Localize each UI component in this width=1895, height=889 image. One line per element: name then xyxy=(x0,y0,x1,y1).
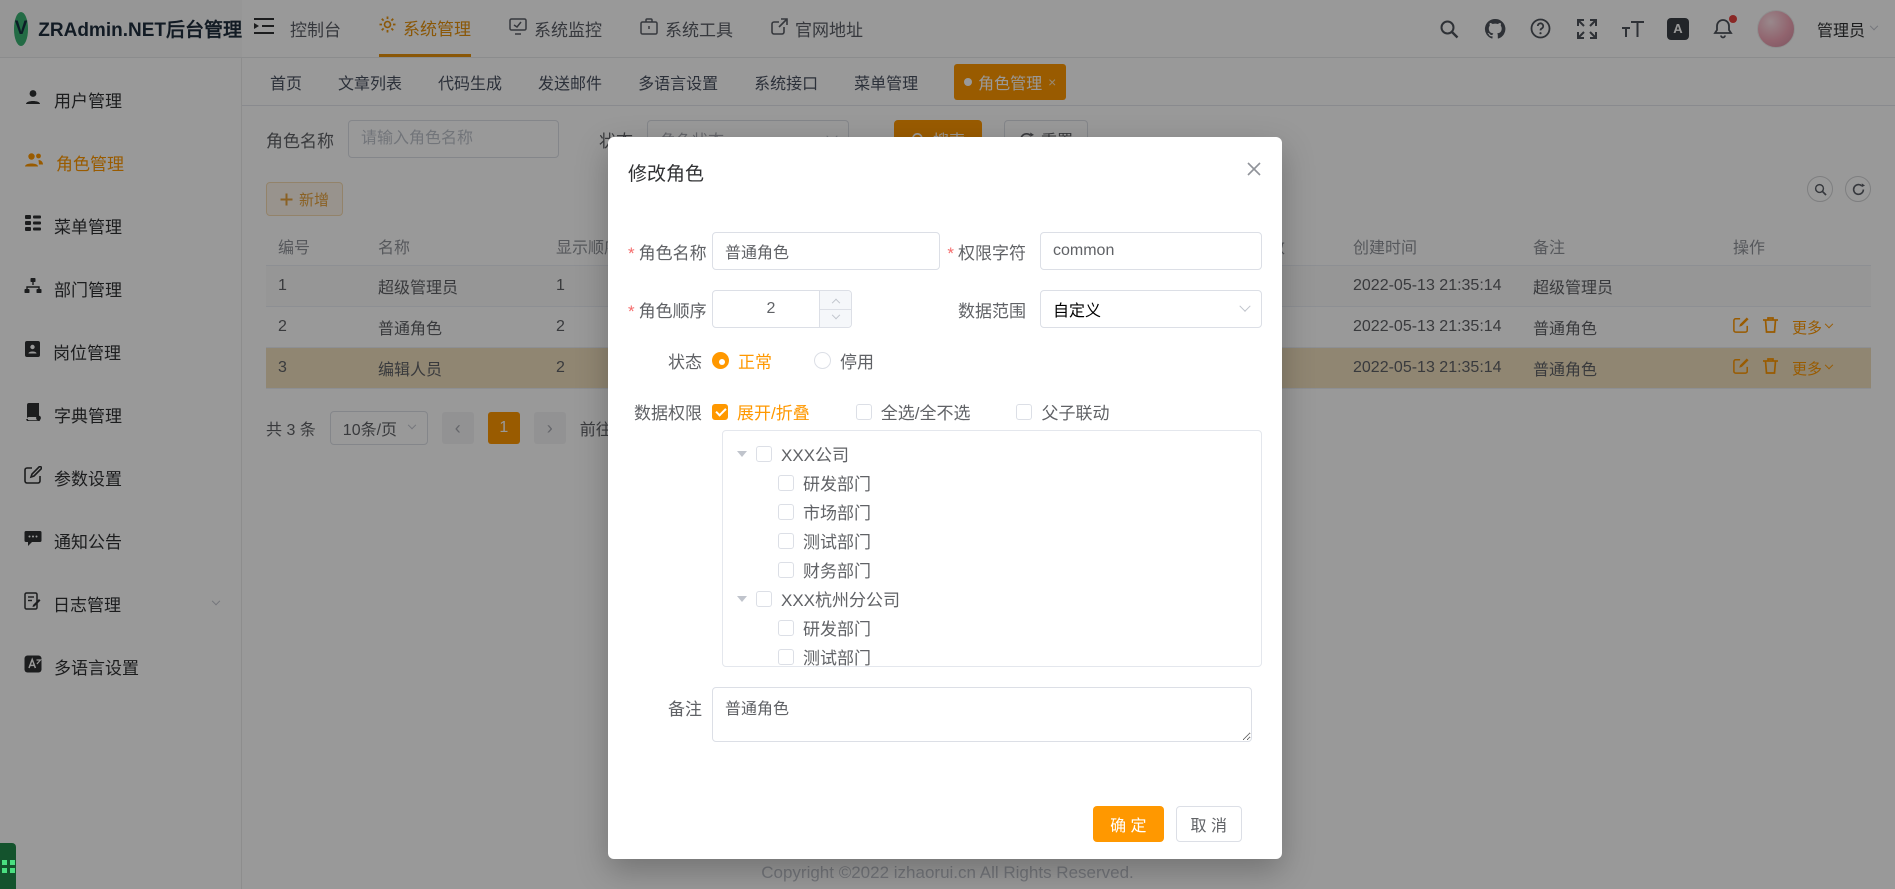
checkbox-icon[interactable] xyxy=(756,446,772,462)
confirm-button[interactable]: 确 定 xyxy=(1093,806,1163,842)
checkbox-icon[interactable] xyxy=(778,562,794,578)
minimized-window-thumbnail[interactable] xyxy=(0,843,16,889)
role-name-label: 角色名称 xyxy=(628,239,712,264)
edit-role-dialog: 修改角色 角色名称 权限字符 角色顺序 xyxy=(608,137,1282,859)
checkbox-icon xyxy=(1016,404,1032,420)
close-icon[interactable] xyxy=(1246,161,1262,182)
tree-node-dept[interactable]: 测试部门 xyxy=(737,526,1261,555)
checkbox-icon[interactable] xyxy=(756,591,772,607)
status-label: 状态 xyxy=(628,348,712,373)
data-scope-select[interactable]: 自定义 xyxy=(1040,290,1262,328)
tree-node-branch-company[interactable]: XXX杭州分公司 xyxy=(737,584,1261,613)
select-all-checkbox[interactable]: 全选/全不选 xyxy=(856,399,971,424)
tree-node-dept[interactable]: 市场部门 xyxy=(737,497,1261,526)
tree-node-company[interactable]: XXX公司 xyxy=(737,439,1261,468)
radio-icon xyxy=(814,352,831,369)
chevron-down-icon xyxy=(1239,301,1250,312)
decrease-icon[interactable] xyxy=(820,310,851,328)
caret-down-icon[interactable] xyxy=(737,596,747,602)
dialog-footer: 确 定 取 消 xyxy=(628,742,1262,842)
department-tree: XXX公司 研发部门 市场部门 测试部门 财务部门 xyxy=(722,430,1262,667)
perm-char-label: 权限字符 xyxy=(940,239,1040,264)
checkbox-icon[interactable] xyxy=(778,649,794,665)
dialog-body: 角色名称 权限字符 角色顺序 数据范围 xyxy=(608,186,1282,842)
dialog-header: 修改角色 xyxy=(608,137,1282,186)
data-scope-label: 数据范围 xyxy=(940,297,1040,322)
dialog-title: 修改角色 xyxy=(628,159,704,186)
screen: V ZRAdmin.NET后台管理 控制台 系统管理 系统监控 系统工具 xyxy=(0,0,1895,889)
checkbox-icon xyxy=(712,404,728,420)
caret-down-icon[interactable] xyxy=(737,451,747,457)
checkbox-icon[interactable] xyxy=(778,533,794,549)
role-order-stepper[interactable] xyxy=(712,290,852,328)
data-permission-label: 数据权限 xyxy=(628,399,712,424)
status-radio-disabled[interactable]: 停用 xyxy=(814,348,874,373)
role-order-label: 角色顺序 xyxy=(628,297,712,322)
status-radio-normal[interactable]: 正常 xyxy=(712,348,772,373)
parent-child-link-checkbox[interactable]: 父子联动 xyxy=(1016,399,1109,424)
tree-node-dept[interactable]: 测试部门 xyxy=(737,642,1261,667)
tree-node-dept[interactable]: 财务部门 xyxy=(737,555,1261,584)
cancel-button[interactable]: 取 消 xyxy=(1176,806,1242,842)
radio-icon xyxy=(712,352,729,369)
remark-label: 备注 xyxy=(628,687,712,742)
expand-collapse-checkbox[interactable]: 展开/折叠 xyxy=(712,399,810,424)
checkbox-icon[interactable] xyxy=(778,504,794,520)
tree-node-dept[interactable]: 研发部门 xyxy=(737,468,1261,497)
increase-icon[interactable] xyxy=(820,291,851,310)
perm-char-input[interactable] xyxy=(1040,232,1262,270)
tree-node-dept[interactable]: 研发部门 xyxy=(737,613,1261,642)
remark-textarea[interactable]: 普通角色 xyxy=(712,687,1252,742)
role-name-input[interactable] xyxy=(712,232,940,270)
checkbox-icon xyxy=(856,404,872,420)
stepper-buttons xyxy=(819,291,851,327)
checkbox-icon[interactable] xyxy=(778,475,794,491)
checkbox-icon[interactable] xyxy=(778,620,794,636)
